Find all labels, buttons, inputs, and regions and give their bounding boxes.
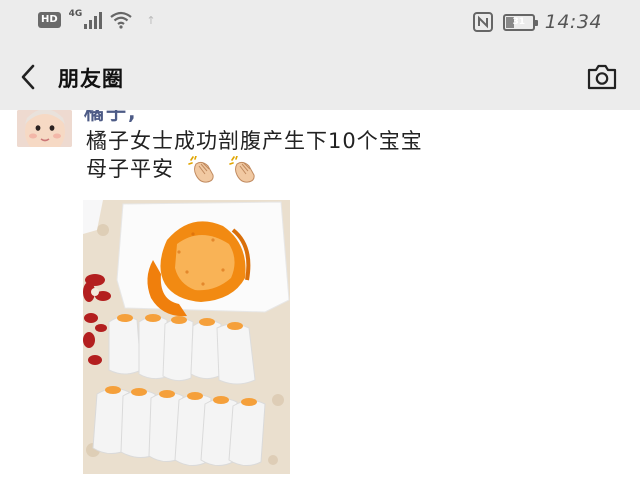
clapping-hands-icon — [229, 156, 255, 183]
orange-babies-photo — [83, 200, 290, 474]
signal-strength-icon — [84, 11, 103, 29]
chevron-left-icon — [21, 64, 35, 90]
page-title: 朋友圈 — [58, 67, 124, 91]
baby-avatar-image — [17, 110, 72, 147]
post-text-line-1: 橘子女士成功剖腹产生下10个宝宝 — [86, 129, 423, 153]
clock: 14:34 — [544, 11, 602, 33]
post-text-line-2: 母子平安 — [86, 157, 174, 181]
hd-badge: HD — [38, 12, 61, 28]
data-activity-icon: ↑ — [146, 13, 156, 27]
network-type-label: 4G — [68, 9, 83, 19]
post-author-name[interactable]: 橘子, — [84, 110, 138, 125]
moments-feed: 橘子, 橘子女士成功剖腹产生下10个宝宝 母子平安 — [0, 110, 640, 495]
wifi-icon — [110, 11, 133, 29]
avatar[interactable] — [17, 110, 72, 147]
camera-icon — [587, 64, 617, 90]
post-photo[interactable] — [83, 200, 290, 474]
back-button[interactable] — [14, 62, 44, 92]
status-left-group: HD 4G ↑ — [38, 9, 156, 29]
status-bar: HD 4G ↑ 31 14:34 — [0, 0, 640, 44]
post-text: 橘子女士成功剖腹产生下10个宝宝 母子平安 — [86, 127, 423, 184]
clapping-hands-icon — [187, 156, 214, 183]
battery-icon: 31 — [502, 13, 538, 31]
camera-button[interactable] — [586, 63, 618, 91]
battery-level-text: 31 — [512, 17, 525, 27]
top-nav-bar: 朋友圈 — [0, 44, 640, 110]
wechat-moments-screen: HD 4G ↑ 31 14:34 朋友圈 橘子, 橘子女士成功剖腹产生下10个宝… — [0, 0, 640, 495]
status-right-group: 31 14:34 — [472, 11, 602, 33]
nfc-icon — [472, 12, 493, 32]
post-text-line-2-row: 母子平安 — [86, 155, 423, 184]
